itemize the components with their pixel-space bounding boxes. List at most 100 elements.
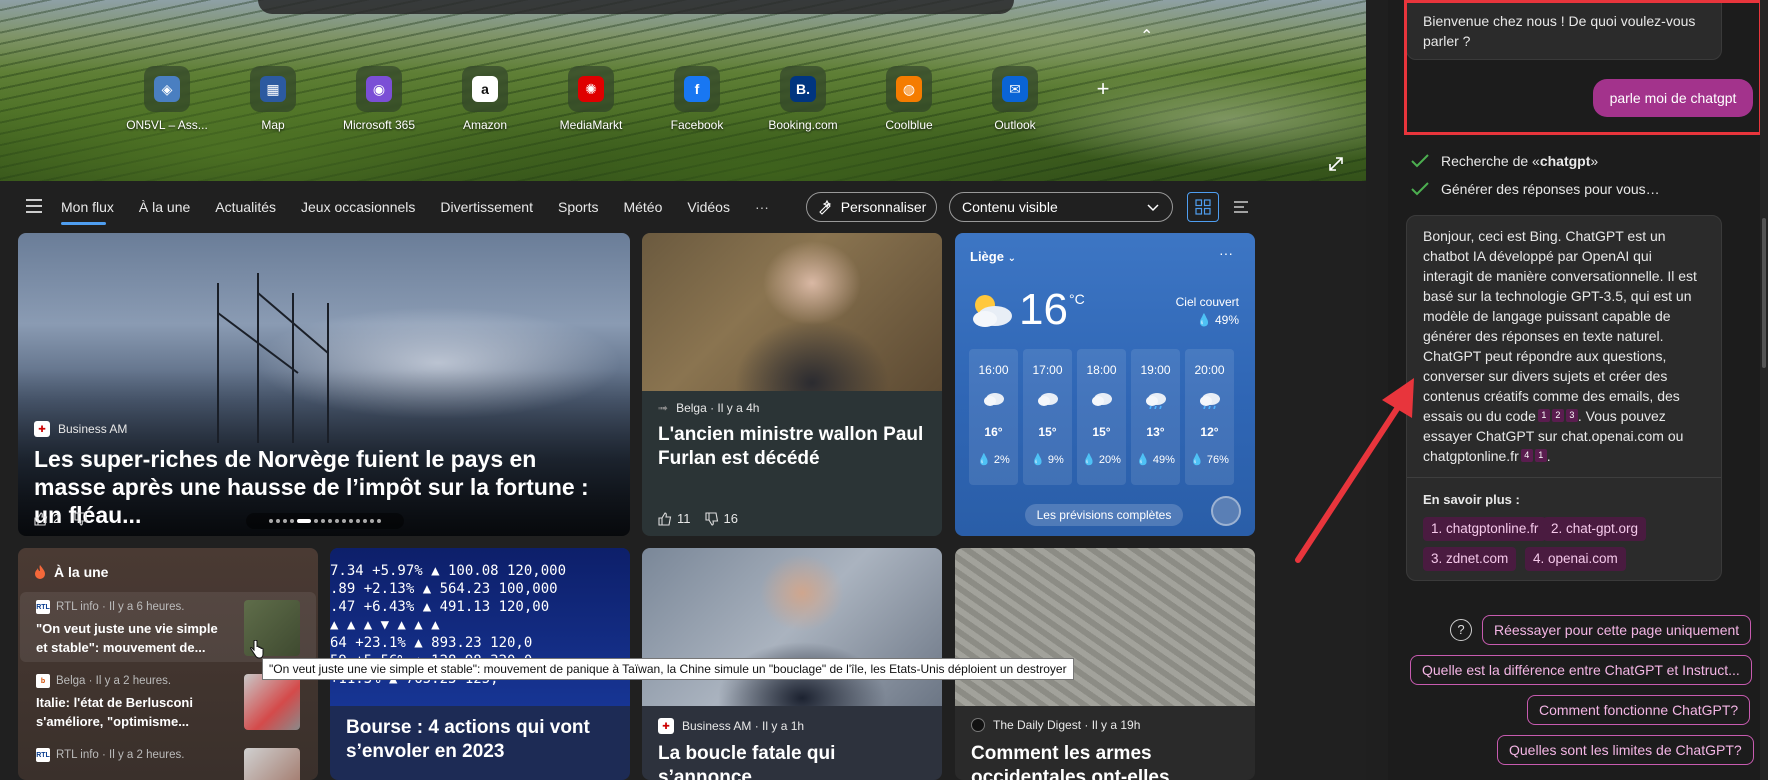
card-headline[interactable]: Bourse : 4 actions qui vont s’envoler en… bbox=[346, 716, 616, 764]
dislike-button[interactable] bbox=[74, 511, 88, 526]
outlook-icon: ✉ bbox=[1002, 76, 1028, 102]
citation-badge[interactable]: 1 bbox=[1537, 409, 1550, 422]
quicklink[interactable]: f Facebook bbox=[644, 66, 750, 132]
quicklink-tile[interactable]: ◈ bbox=[144, 66, 190, 112]
card-headline[interactable]: La boucle fatale qui s’annonce bbox=[658, 742, 928, 780]
quicklink[interactable]: ◈ ON5VL – Ass... bbox=[114, 66, 220, 132]
quicklink-label[interactable]: Map bbox=[261, 118, 284, 132]
trending-item[interactable]: RTL RTL info · Il y a 2 heures. bbox=[20, 740, 316, 780]
trending-item[interactable]: RTL RTL info · Il y a 6 heures. "On veut … bbox=[20, 592, 316, 662]
more-options-icon[interactable]: ··· bbox=[1219, 245, 1233, 261]
nav-tab[interactable]: Jeux occasionnels bbox=[301, 181, 415, 233]
more-tabs-icon[interactable]: ··· bbox=[755, 199, 769, 215]
menu-icon[interactable] bbox=[26, 199, 42, 213]
hourly-item[interactable]: 19:00 13° 💧 49% bbox=[1131, 349, 1180, 485]
suggestion-chip[interactable]: Comment fonctionne ChatGPT? bbox=[1527, 695, 1751, 725]
quicklink-tile[interactable]: a bbox=[462, 66, 508, 112]
quicklink-label[interactable]: Facebook bbox=[671, 118, 724, 132]
hour-precip: 💧 49% bbox=[1136, 454, 1175, 466]
carousel-indicator[interactable] bbox=[246, 513, 404, 529]
weather-card[interactable]: Liège ⌄ ··· 16 °C Ciel couvert 💧 49% 16:… bbox=[955, 233, 1255, 536]
hour-precip-value: 2% bbox=[993, 454, 1010, 466]
news-card-furlan[interactable]: ➟ Belga · Il y a 4h L'ancien ministre wa… bbox=[642, 233, 942, 536]
quicklink-label[interactable]: Coolblue bbox=[885, 118, 932, 132]
expand-icon[interactable] bbox=[1326, 154, 1346, 174]
card-headline[interactable]: Comment les armes occidentales ont-elles bbox=[971, 742, 1241, 780]
quicklink-label[interactable]: ON5VL – Ass... bbox=[126, 118, 208, 132]
search-bar[interactable] bbox=[258, 0, 1014, 14]
weather-avatar[interactable] bbox=[1211, 496, 1241, 526]
quicklink-tile[interactable]: ▦ bbox=[250, 66, 296, 112]
news-card-norway[interactable]: ✚ Business AM Les super-riches de Norvèg… bbox=[18, 233, 630, 536]
quicklink-tile[interactable]: ◍ bbox=[886, 66, 932, 112]
nav-tab[interactable]: Sports bbox=[558, 181, 598, 233]
citation-badge[interactable]: 2 bbox=[1551, 409, 1564, 422]
quicklink-label[interactable]: MediaMarkt bbox=[560, 118, 623, 132]
quicklink[interactable]: ✉ Outlook bbox=[962, 66, 1068, 132]
like-button[interactable]: 11 bbox=[658, 511, 691, 526]
like-count: 11 bbox=[677, 511, 691, 526]
sparkle-pencil-icon bbox=[818, 199, 831, 215]
quicklink-tile[interactable]: ◉ bbox=[356, 66, 402, 112]
source-link[interactable]: 4. openai.com bbox=[1525, 547, 1626, 571]
quicklink[interactable]: ◉ Microsoft 365 bbox=[326, 66, 432, 132]
cloud-icon bbox=[983, 393, 1004, 406]
grid-view-button[interactable] bbox=[1187, 192, 1219, 222]
like-button[interactable]: 2 bbox=[34, 511, 60, 526]
hourly-item[interactable]: 20:00 12° 💧 76% bbox=[1185, 349, 1234, 485]
suggestion-chip[interactable]: Quelles sont les limites de ChatGPT? bbox=[1497, 735, 1754, 765]
hourly-item[interactable]: 16:00 16° 💧 2% bbox=[969, 349, 1018, 485]
quicklink-tile[interactable]: B. bbox=[780, 66, 826, 112]
rtl-logo-icon: RTL bbox=[36, 748, 50, 762]
chevron-up-icon[interactable]: ⌃ bbox=[1140, 26, 1153, 46]
add-quicklink-icon[interactable]: + bbox=[1080, 66, 1126, 112]
nav-tabs: Mon flux À la une Actualités Jeux occasionn… bbox=[61, 181, 769, 233]
weather-city-select[interactable]: Liège ⌄ bbox=[970, 249, 1016, 264]
trending-headline[interactable]: Italie: l'état de Berlusconi s'améliore,… bbox=[36, 693, 232, 731]
cloud-icon bbox=[1091, 393, 1112, 406]
source-link[interactable]: 1. chatgptonline.fr bbox=[1423, 517, 1547, 541]
citation-group: 41 bbox=[1519, 448, 1547, 464]
hourly-item[interactable]: 18:00 15° 💧 20% bbox=[1077, 349, 1126, 485]
suggestion-chip[interactable]: Réessayer pour cette page uniquement bbox=[1482, 615, 1752, 645]
news-feed-page: ⌃ ◈ ON5VL – Ass... ▦ Map ◉ Microsoft 365 a Amaz… bbox=[0, 0, 1366, 780]
full-forecast-button[interactable]: Les prévisions complètes bbox=[1025, 504, 1183, 526]
trending-headline[interactable]: "On veut juste une vie simple et stable"… bbox=[36, 619, 232, 657]
quicklink-tile[interactable]: ✺ bbox=[568, 66, 614, 112]
nav-tab[interactable]: Météo bbox=[623, 181, 662, 233]
content-visibility-select[interactable]: Contenu visible bbox=[949, 192, 1173, 222]
flame-icon bbox=[35, 565, 45, 579]
dislike-button[interactable]: 16 bbox=[704, 511, 738, 526]
nav-tab[interactable]: Actualités bbox=[215, 181, 276, 233]
quicklink-tile[interactable]: ✉ bbox=[992, 66, 1038, 112]
quicklink-label[interactable]: Outlook bbox=[994, 118, 1035, 132]
list-view-button[interactable] bbox=[1230, 192, 1252, 222]
citation-badge[interactable]: 3 bbox=[1565, 409, 1578, 422]
quicklink-label[interactable]: Booking.com bbox=[768, 118, 837, 132]
personalize-button[interactable]: Personnaliser bbox=[806, 192, 937, 222]
quicklink[interactable]: ✺ MediaMarkt bbox=[538, 66, 644, 132]
quicklink-label[interactable]: Microsoft 365 bbox=[343, 118, 415, 132]
bot-answer: Bonjour, ceci est Bing. ChatGPT est un c… bbox=[1406, 215, 1722, 581]
nav-tab[interactable]: Mon flux bbox=[61, 181, 114, 233]
nav-tab[interactable]: À la une bbox=[139, 181, 190, 233]
suggestion-chip[interactable]: Quelle est la différence entre ChatGPT e… bbox=[1410, 655, 1752, 685]
citation-badge[interactable]: 1 bbox=[1534, 449, 1547, 462]
nav-tab[interactable]: Vidéos bbox=[687, 181, 730, 233]
hour-temp: 12° bbox=[1200, 425, 1219, 439]
source-link[interactable]: 2. chat-gpt.org bbox=[1543, 517, 1647, 541]
hourly-item[interactable]: 17:00 15° 💧 9% bbox=[1023, 349, 1072, 485]
citation-badge[interactable]: 4 bbox=[1520, 449, 1533, 462]
quicklink-tile[interactable]: f bbox=[674, 66, 720, 112]
quicklink[interactable]: ◍ Coolblue bbox=[856, 66, 962, 132]
source-link[interactable]: 3. zdnet.com bbox=[1423, 547, 1517, 571]
card-headline[interactable]: L'ancien ministre wallon Paul Furlan est… bbox=[658, 423, 928, 471]
chat-scrollbar[interactable] bbox=[1760, 0, 1768, 780]
chat-scrollbar-thumb[interactable] bbox=[1762, 218, 1766, 368]
quicklink[interactable]: ▦ Map bbox=[220, 66, 326, 132]
nav-tab[interactable]: Divertissement bbox=[440, 181, 533, 233]
quicklink-label[interactable]: Amazon bbox=[463, 118, 507, 132]
quicklink[interactable]: a Amazon bbox=[432, 66, 538, 132]
quicklink[interactable]: B. Booking.com bbox=[750, 66, 856, 132]
help-icon[interactable]: ? bbox=[1450, 619, 1472, 641]
